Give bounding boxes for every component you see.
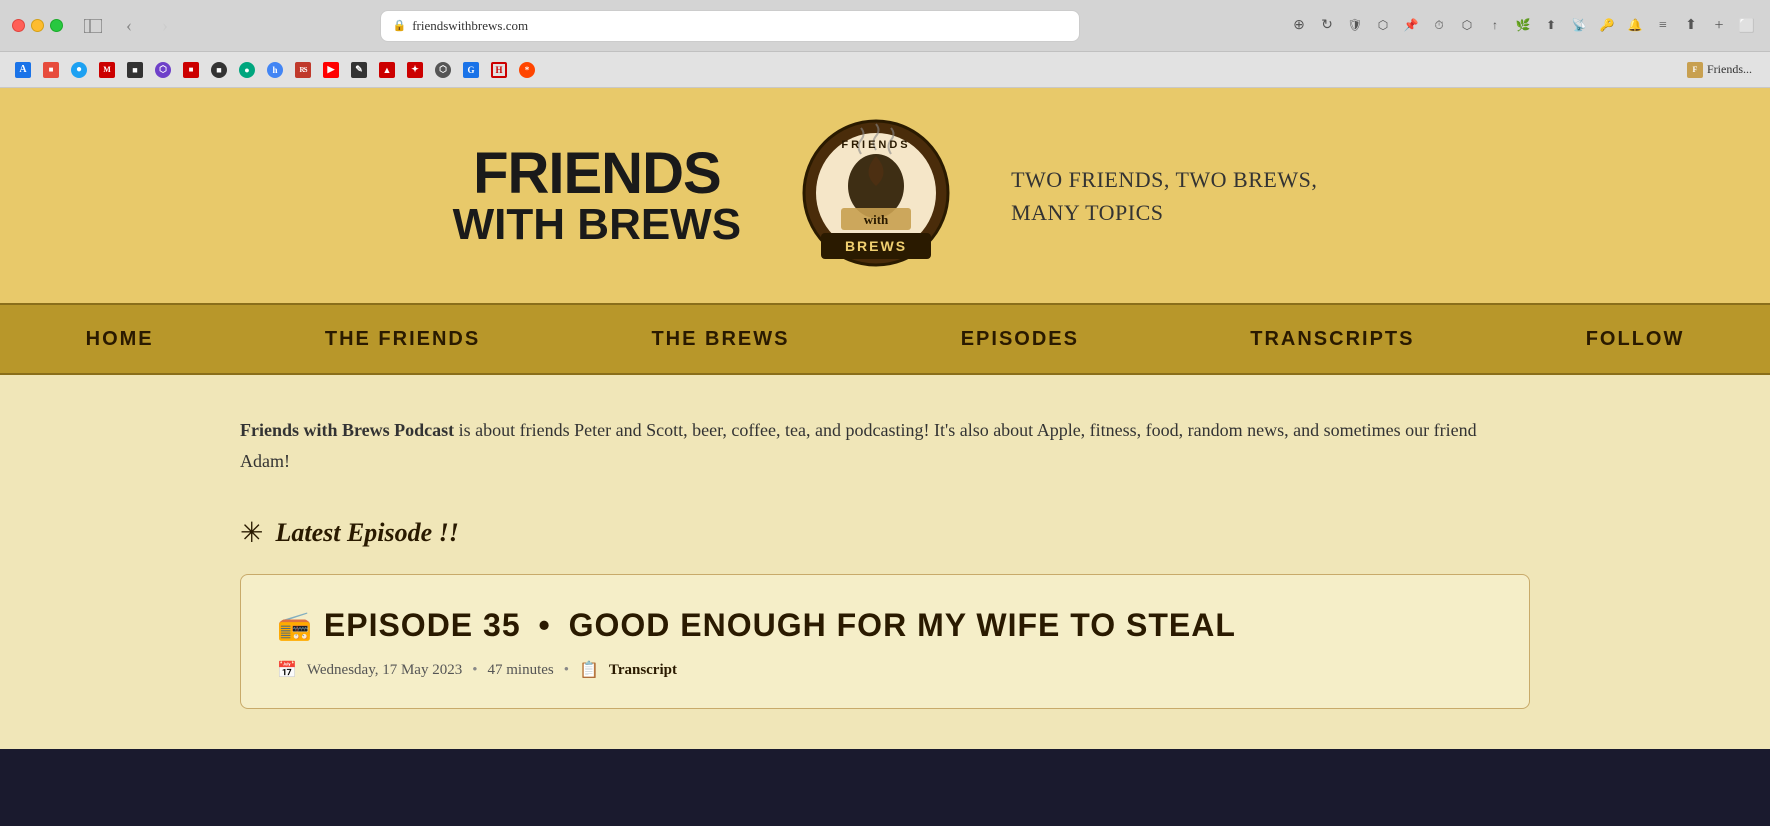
extension-9-icon[interactable]: 🔑 [1596,15,1618,37]
list-icon[interactable]: ≡ [1652,15,1674,37]
intro-paragraph: Friends with Brews Podcast is about frie… [240,415,1530,476]
minimize-button[interactable] [31,19,44,32]
bookmark-item[interactable]: ✎ [346,57,372,83]
extension-5-icon[interactable]: ↑ [1484,15,1506,37]
nav-transcripts[interactable]: TRANSCRIPTS [1230,320,1434,359]
bookmark-item[interactable]: ● [66,57,92,83]
bookmark-item[interactable]: M [94,57,120,83]
bookmark-item[interactable]: ■ [38,57,64,83]
extension-1-icon[interactable]: ⬡ [1372,15,1394,37]
svg-text:BREWS: BREWS [845,238,907,254]
site-tagline: TWO FRIENDS, TWO BREWS, MANY TOPICS [1011,163,1317,229]
episode-card: 📻 EPISODE 35 • GOOD ENOUGH FOR MY WIFE T… [240,574,1530,709]
transcript-link[interactable]: Transcript [609,662,677,679]
latest-asterisk-icon: ✳ [240,516,263,550]
bookmark-item[interactable]: ⬡ [430,57,456,83]
bookmark-item[interactable]: G [458,57,484,83]
bookmark-item[interactable]: * [514,57,540,83]
episode-meta: 📅 Wednesday, 17 May 2023 • 47 minutes • … [277,660,1493,680]
bookmark-item[interactable]: ⬡ [150,57,176,83]
extension-2-icon[interactable]: 📌 [1400,15,1422,37]
extension-6-icon[interactable]: 🌿 [1512,15,1534,37]
extension-10-icon[interactable]: 🔔 [1624,15,1646,37]
episode-date: Wednesday, 17 May 2023 [307,662,462,679]
site-logo: with BREWS FRIENDS [801,118,951,273]
site-nav: HOME THE FRIENDS THE BREWS EPISODES TRAN… [0,303,1770,375]
site-title-line2: WITH BREWS [453,203,741,247]
extension-4-icon[interactable]: ⬡ [1456,15,1478,37]
extension-3-icon[interactable]: ⏱ [1428,15,1450,37]
browser-titlebar: ‹ › 🔒 friendswithbrews.com ⊕ ↻ 🛡 ⬡ 📌 ⏱ ⬡… [0,0,1770,52]
refresh-icon[interactable]: ↻ [1316,15,1338,37]
site-title: FRIENDS WITH BREWS [453,145,741,247]
latest-label: Latest Episode !! [275,518,458,548]
website: FRIENDS WITH BREWS with [0,88,1770,749]
transcript-doc-icon: 📋 [579,660,599,680]
site-title-line1: FRIENDS [453,145,741,203]
calendar-icon: 📅 [277,660,297,680]
latest-episode-header: ✳ Latest Episode !! [240,516,1530,550]
sidebar-toggle-button[interactable] [79,12,107,40]
bookmark-item[interactable]: h [262,57,288,83]
nav-the-brews[interactable]: THE BREWS [631,320,809,359]
bookmark-item[interactable]: ● [234,57,260,83]
bookmark-item[interactable]: ■ [178,57,204,83]
episode-title: EPISODE 35 • GOOD ENOUGH FOR MY WIFE TO … [324,607,1236,644]
bookmark-item[interactable]: ■ [122,57,148,83]
traffic-lights [12,19,63,32]
extension-8-icon[interactable]: 📡 [1568,15,1590,37]
bookmark-item[interactable]: ■ [206,57,232,83]
browser-chrome: ‹ › 🔒 friendswithbrews.com ⊕ ↻ 🛡 ⬡ 📌 ⏱ ⬡… [0,0,1770,88]
episode-duration: 47 minutes [487,662,553,679]
bookmark-item[interactable]: ▶ [318,57,344,83]
address-bar[interactable]: 🔒 friendswithbrews.com [380,10,1080,42]
svg-text:with: with [864,212,889,227]
plus-icon[interactable]: + [1708,15,1730,37]
extensions-icon[interactable]: 🛡 [1344,15,1366,37]
nav-episodes[interactable]: EPISODES [941,320,1099,359]
nav-the-friends[interactable]: THE FRIENDS [305,320,500,359]
back-button[interactable]: ‹ [115,12,143,40]
bookmark-item[interactable]: A [10,57,36,83]
episode-title-row: 📻 EPISODE 35 • GOOD ENOUGH FOR MY WIFE T… [277,607,1493,644]
share-icon[interactable]: ⊕ [1288,15,1310,37]
maximize-button[interactable] [50,19,63,32]
podcast-icon: 📻 [277,609,312,643]
site-header: FRIENDS WITH BREWS with [0,88,1770,303]
extension-7-icon[interactable]: ⬆ [1540,15,1562,37]
upload-icon[interactable]: ⬆ [1680,15,1702,37]
site-main: Friends with Brews Podcast is about frie… [0,375,1770,749]
url-text: friendswithbrews.com [412,18,528,34]
lock-icon: 🔒 [393,19,407,32]
forward-button[interactable]: › [151,12,179,40]
bookmark-item[interactable]: RS [290,57,316,83]
bookmark-item[interactable]: ▲ [374,57,400,83]
nav-follow[interactable]: FOLLOW [1566,320,1705,359]
bookmark-item[interactable]: ✦ [402,57,428,83]
window-icon[interactable]: ⬜ [1736,15,1758,37]
intro-bold: Friends with Brews Podcast [240,420,454,440]
close-button[interactable] [12,19,25,32]
svg-text:FRIENDS: FRIENDS [841,139,910,151]
bookmarks-bar: A ■ ● M ■ ⬡ ■ ■ ● h RS ▶ [0,52,1770,88]
browser-actions: ⊕ ↻ 🛡 ⬡ 📌 ⏱ ⬡ ↑ 🌿 ⬆ 📡 🔑 🔔 ≡ ⬆ + ⬜ [1288,15,1758,37]
nav-home[interactable]: HOME [66,320,174,359]
bookmark-item[interactable]: H [486,57,512,83]
bookmark-tab-friends[interactable]: F Friends... [1679,57,1760,83]
